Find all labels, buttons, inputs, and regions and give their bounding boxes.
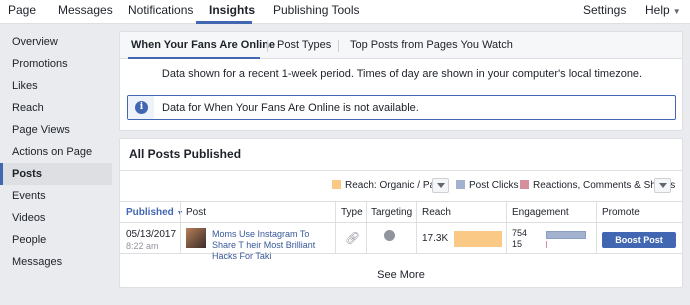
link-icon: 🔗︎ [345, 231, 361, 245]
tab-post-types[interactable]: Post Types [277, 39, 331, 51]
post-date: 05/13/2017 [126, 229, 177, 240]
info-icon: i [135, 101, 148, 114]
col-post: Post [186, 207, 207, 218]
nav-help-label: Help [645, 3, 670, 17]
top-nav: Page Messages Notifications Insights Pub… [0, 0, 690, 24]
col-promote: Promote [602, 207, 640, 218]
timezone-notice: Data shown for a recent 1-week period. T… [161, 68, 643, 80]
table-header: Published ▼ Post Type Targeting Reach En… [120, 201, 682, 223]
nav-page[interactable]: Page [8, 3, 36, 17]
globe-icon [384, 230, 395, 241]
col-engagement: Engagement [512, 207, 569, 218]
col-published[interactable]: Published ▼ [126, 207, 184, 218]
tab-top-posts-watched[interactable]: Top Posts from Pages You Watch [350, 39, 513, 51]
divider [120, 170, 682, 171]
post-thumbnail[interactable] [186, 228, 206, 248]
panel-title: All Posts Published [129, 147, 242, 161]
sidebar-item-reach[interactable]: Reach [0, 97, 112, 119]
sidebar-item-videos[interactable]: Videos [0, 207, 112, 229]
nav-notifications[interactable]: Notifications [128, 3, 193, 17]
info-icon-box: i [128, 96, 154, 119]
sidebar-item-page-views[interactable]: Page Views [0, 119, 112, 141]
post-time: 8:22 am [126, 241, 159, 251]
see-more-link[interactable]: See More [120, 269, 682, 281]
col-published-label: Published [126, 207, 174, 218]
info-alert: i Data for When Your Fans Are Online is … [127, 95, 676, 120]
active-tab-indicator [128, 57, 260, 59]
reach-value: 17.3K [422, 233, 449, 244]
table-row: 05/13/2017 8:22 am Moms Use Instagram To… [120, 223, 682, 261]
sidebar-item-promotions[interactable]: Promotions [0, 53, 112, 75]
legend-swatch-reactions [520, 180, 529, 189]
sidebar: Overview Promotions Likes Reach Page Vie… [0, 31, 112, 273]
insights-tabs: When Your Fans Are Online Post Types Top… [120, 32, 682, 59]
all-posts-panel: All Posts Published Reach: Organic / Pai… [119, 138, 683, 288]
col-reach: Reach [422, 207, 451, 218]
col-type: Type [341, 207, 363, 218]
post-clicks-bar [546, 231, 586, 239]
sidebar-item-actions-on-page[interactable]: Actions on Page [0, 141, 112, 163]
active-tab-indicator [196, 21, 252, 24]
reactions-value: 15 [512, 239, 523, 249]
legend-label-post-clicks: Post Clicks [469, 180, 519, 191]
nav-insights[interactable]: Insights [209, 3, 255, 17]
sidebar-item-messages[interactable]: Messages [0, 251, 112, 273]
chevron-down-icon [437, 183, 445, 188]
reach-metric-dropdown[interactable] [432, 178, 449, 193]
sidebar-item-events[interactable]: Events [0, 185, 112, 207]
fans-online-panel: When Your Fans Are Online Post Types Top… [119, 31, 683, 131]
nav-publishing-tools[interactable]: Publishing Tools [273, 3, 360, 17]
chevron-down-icon [659, 183, 667, 188]
sidebar-item-posts[interactable]: Posts [0, 163, 112, 185]
sidebar-item-people[interactable]: People [0, 229, 112, 251]
tab-divider [267, 40, 268, 52]
post-title-link[interactable]: Moms Use Instagram To Share T heir Most … [212, 229, 334, 262]
nav-messages[interactable]: Messages [58, 3, 113, 17]
legend-label-reach: Reach: Organic / Paid [345, 180, 443, 191]
tab-divider [338, 40, 339, 52]
sidebar-item-overview[interactable]: Overview [0, 31, 112, 53]
sidebar-item-likes[interactable]: Likes [0, 75, 112, 97]
legend-post-clicks: Post Clicks [456, 180, 518, 194]
legend-swatch-reach [332, 180, 341, 189]
legend-reach: Reach: Organic / Paid [332, 180, 443, 194]
alert-message: Data for When Your Fans Are Online is no… [162, 102, 419, 114]
boost-post-button[interactable]: Boost Post [602, 232, 676, 248]
nav-help[interactable]: Help ▼ [645, 3, 681, 17]
legend-swatch-post-clicks [456, 180, 465, 189]
col-targeting: Targeting [371, 207, 413, 218]
engagement-metric-dropdown[interactable] [654, 178, 671, 193]
tab-when-fans-online[interactable]: When Your Fans Are Online [131, 39, 275, 51]
chevron-down-icon: ▼ [672, 7, 681, 16]
reach-bar [454, 231, 502, 247]
legend-reactions: Reactions, Comments & Shares [520, 180, 675, 194]
nav-settings[interactable]: Settings [583, 3, 626, 17]
reactions-bar [546, 241, 547, 248]
post-clicks-value: 754 [512, 228, 528, 238]
